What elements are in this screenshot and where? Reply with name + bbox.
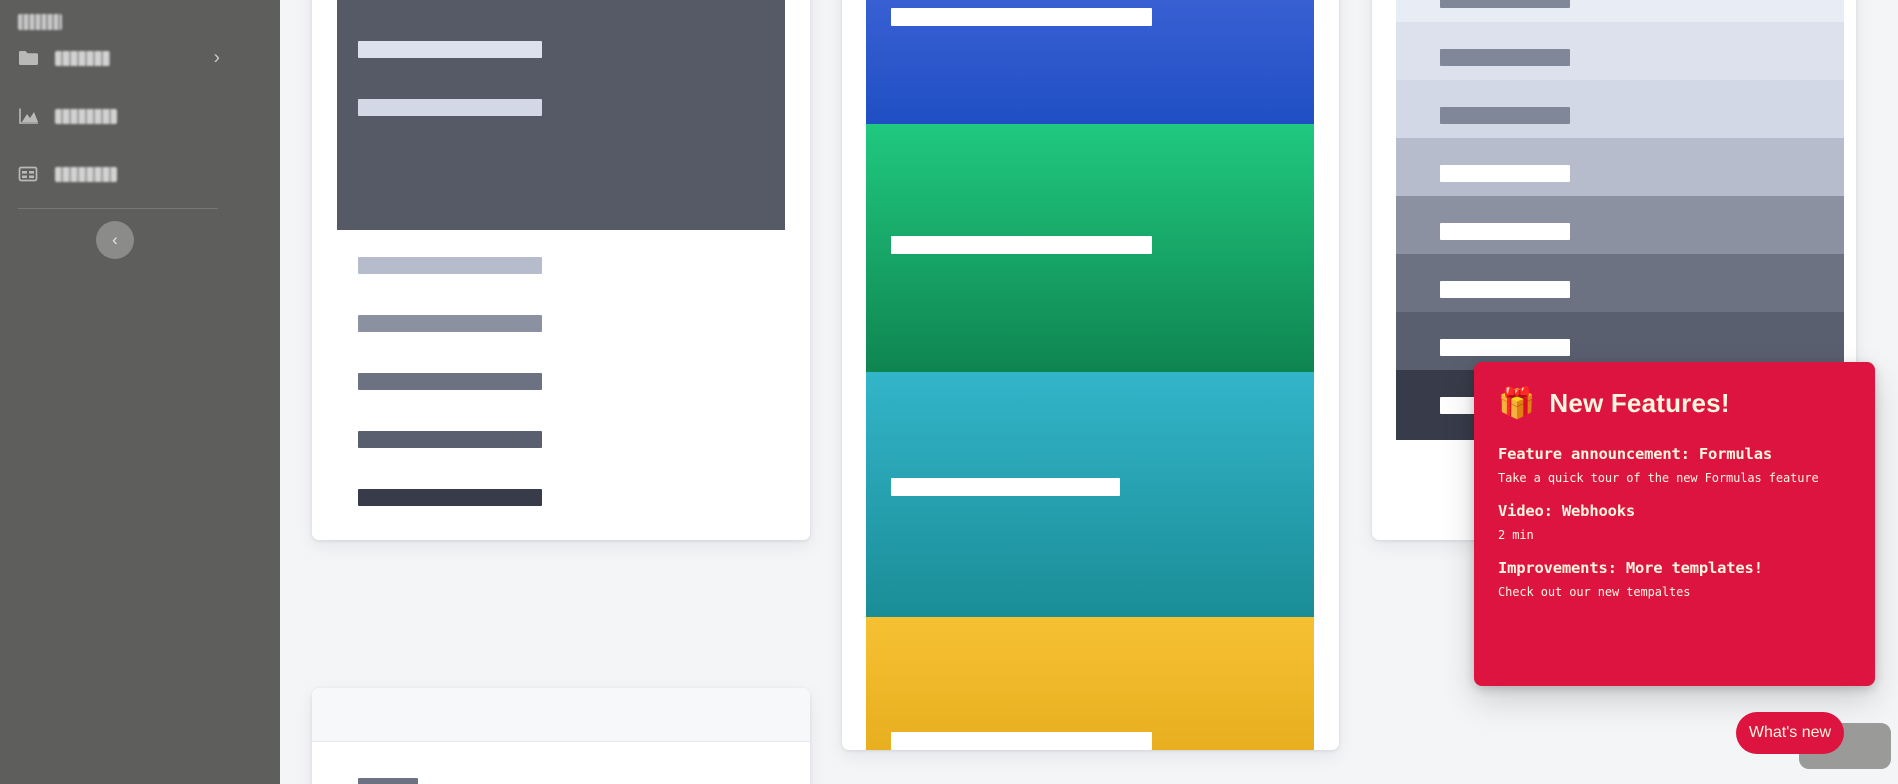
whats-new-item-subtitle: Take a quick tour of the new Formulas fe…: [1498, 471, 1819, 485]
sidebar-item-tables[interactable]: [0, 157, 280, 191]
color-band-teal: [866, 372, 1314, 617]
skeleton-bar: [1440, 281, 1570, 298]
skeleton-bar: [358, 431, 542, 448]
whats-new-item-subtitle: 2 min: [1498, 528, 1534, 542]
whats-new-item[interactable]: Feature announcement: Formulas Take a qu…: [1498, 445, 1851, 485]
skeleton-bar: [1440, 339, 1570, 356]
sidebar-item-tables-label: [55, 166, 117, 182]
left-card-secondary-body: [312, 743, 810, 784]
color-band-green: [866, 124, 1314, 372]
skeleton-bar: [358, 373, 542, 390]
skeleton-bar: [1440, 0, 1570, 8]
whats-new-item-title: Feature announcement: Formulas: [1498, 445, 1772, 463]
sidebar-item-folder-label: [55, 50, 110, 66]
whats-new-item-title: Video: Webhooks: [1498, 502, 1635, 520]
skeleton-bar: [891, 478, 1120, 496]
whats-new-item[interactable]: Video: Webhooks 2 min: [1498, 502, 1851, 542]
chevron-left-icon: ‹: [112, 230, 118, 249]
chart-icon: [18, 107, 40, 125]
sidebar-brand-placeholder: [18, 14, 62, 30]
skeleton-bar: [1440, 223, 1570, 240]
skeleton-bar: [1440, 49, 1570, 66]
sidebar-item-charts[interactable]: [0, 99, 280, 133]
skeleton-bar: [358, 315, 542, 332]
whats-new-panel: 🎁 New Features! Feature announcement: Fo…: [1474, 362, 1875, 686]
whats-new-header: 🎁 New Features!: [1498, 388, 1851, 419]
whats-new-item-title: Improvements: More templates!: [1498, 559, 1763, 577]
skeleton-bar: [358, 257, 542, 274]
skeleton-bar: [1440, 165, 1570, 182]
left-card-secondary-header: [312, 688, 810, 742]
skeleton-bar: [358, 778, 418, 784]
gift-icon: 🎁: [1498, 386, 1536, 420]
sidebar-item-charts-label: [55, 108, 117, 124]
sidebar-collapse-button[interactable]: ‹: [96, 221, 134, 259]
sidebar-item-folder[interactable]: ›: [0, 41, 280, 75]
skeleton-bar: [358, 489, 542, 506]
middle-card: [842, 0, 1339, 750]
table-icon: [18, 165, 40, 183]
left-card: [312, 0, 810, 540]
skeleton-bar: [891, 236, 1152, 254]
left-card-body: [312, 230, 810, 540]
whats-new-title: New Features!: [1549, 388, 1730, 418]
color-band-amber: [866, 617, 1314, 750]
skeleton-bar: [891, 732, 1152, 750]
folder-icon: [18, 49, 40, 67]
left-card-secondary: [312, 688, 810, 784]
skeleton-bar: [891, 8, 1152, 26]
skeleton-bar: [1440, 107, 1570, 124]
chevron-right-icon[interactable]: ›: [214, 49, 220, 68]
whats-new-item[interactable]: Improvements: More templates! Check out …: [1498, 559, 1851, 599]
app-root: › ‹ 🎁 New Features! Feature announcement…: [0, 0, 1898, 784]
whats-new-item-subtitle: Check out our new tempaltes: [1498, 585, 1691, 599]
color-band-blue: [866, 0, 1314, 124]
sidebar: › ‹: [0, 0, 280, 784]
sidebar-divider: [18, 208, 218, 209]
skeleton-bar: [358, 41, 542, 58]
left-card-header-panel: [337, 0, 785, 230]
whats-new-button[interactable]: What's new: [1736, 712, 1844, 754]
skeleton-bar: [358, 99, 542, 116]
